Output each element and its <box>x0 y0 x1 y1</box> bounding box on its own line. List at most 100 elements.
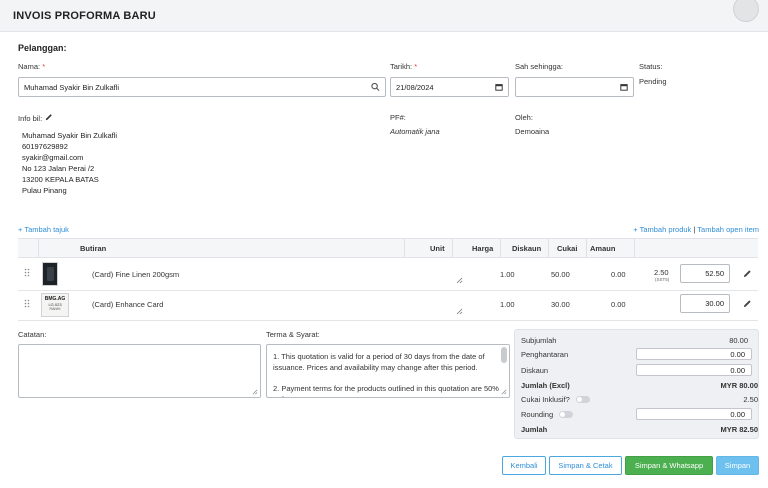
valid-until-input[interactable] <box>515 77 634 97</box>
drag-handle-icon[interactable] <box>24 268 30 279</box>
product-thumbnail <box>42 262 58 286</box>
column-divider <box>548 238 549 258</box>
col-header-tax: Cukai <box>557 244 578 253</box>
tax-inclusive-toggle[interactable] <box>576 396 590 403</box>
item-tax-code: (SST5) <box>655 277 670 282</box>
items-table-header <box>18 238 758 258</box>
tax-inclusive-label: Cukai Inklusif? <box>521 395 570 404</box>
customer-section-title: Pelanggan: <box>18 43 67 53</box>
billing-info-label: Info bil: <box>18 113 53 123</box>
name-label-text: Nama: <box>18 62 41 71</box>
pf-label: PF#: <box>390 113 406 122</box>
terms-paragraph: 1. This quotation is valid for a period … <box>273 352 485 372</box>
delivery-input[interactable]: 0.00 <box>636 348 752 360</box>
column-divider <box>38 238 39 258</box>
delivery-label: Penghantaran <box>521 350 569 359</box>
resize-handle-icon[interactable] <box>456 277 463 286</box>
name-label: Nama: * <box>18 62 45 71</box>
pf-value: Automatik jana <box>390 127 440 136</box>
resize-handle-icon[interactable] <box>501 389 507 395</box>
billing-line: No 123 Jalan Perai /2 <box>22 164 95 173</box>
terms-text: 1. This quotation is valid for a period … <box>273 351 499 397</box>
date-value: 21/08/2024 <box>396 82 434 92</box>
product-thumbnail: BMG.AG LG.023 RANHI <box>41 293 69 317</box>
terms-paragraph: 2. Payment terms for the products outlin… <box>273 384 499 397</box>
add-product-link[interactable]: + Tambah produk <box>633 225 691 234</box>
terms-label: Terma & Syarat: <box>266 330 320 339</box>
item-tax: 2.50 <box>654 268 669 277</box>
column-divider <box>452 238 453 258</box>
summary-discount-label: Diskaun <box>521 366 549 375</box>
search-icon[interactable] <box>371 82 380 92</box>
date-label-text: Tarikh: <box>390 62 413 71</box>
item-amount-input[interactable]: 52.50 <box>680 264 730 283</box>
tax-inclusive-value: 2.50 <box>743 395 758 404</box>
subtotal-label: Subjumlah <box>521 336 557 345</box>
calendar-icon[interactable] <box>620 83 628 91</box>
column-divider <box>500 238 501 258</box>
save-print-button[interactable]: Simpan & Cetak <box>549 456 622 475</box>
row-divider <box>18 290 758 291</box>
by-value: Demoaina <box>515 127 550 136</box>
link-separator: | <box>693 225 696 234</box>
add-heading-link[interactable]: + Tambah tajuk <box>18 225 69 234</box>
customer-name-input[interactable]: Muhamad Syakir Bin Zulkafli <box>18 77 386 97</box>
total-excl-label: Jumlah (Excl) <box>521 381 570 390</box>
date-input[interactable]: 21/08/2024 <box>390 77 509 97</box>
item-amount-input[interactable]: 30.00 <box>680 294 730 313</box>
billing-line: syakir@gmail.com <box>22 153 84 162</box>
item-price[interactable]: 30.00 <box>551 300 570 309</box>
item-price[interactable]: 50.00 <box>551 270 570 279</box>
col-header-item: Butiran <box>80 244 107 253</box>
drag-handle-icon[interactable] <box>24 299 30 310</box>
thumbnail-text: RANHI <box>49 307 61 311</box>
rounding-label: Rounding <box>521 410 554 419</box>
billing-line: 13200 KEPALA BATAS <box>22 175 99 184</box>
scrollbar-thumb[interactable] <box>501 347 507 363</box>
item-name: (Card) Fine Linen 200gsm <box>92 270 180 279</box>
billing-line: 60197629892 <box>22 142 68 151</box>
column-divider <box>634 238 635 258</box>
customer-name-value: Muhamad Syakir Bin Zulkafli <box>24 82 120 92</box>
resize-handle-icon[interactable] <box>456 308 463 317</box>
item-discount[interactable]: 0.00 <box>611 300 626 309</box>
item-unit[interactable]: 1.00 <box>500 300 515 309</box>
summary-discount-input[interactable]: 0.00 <box>636 364 752 376</box>
pencil-icon[interactable] <box>45 113 53 123</box>
save-button[interactable]: Simpan <box>716 456 759 475</box>
item-name: (Card) Enhance Card <box>92 300 164 309</box>
column-divider <box>586 238 587 258</box>
status-label: Status: <box>639 62 663 71</box>
add-links-group: + Tambah produk | Tambah open item <box>633 225 759 234</box>
item-discount[interactable]: 0.00 <box>611 270 626 279</box>
by-label: Oleh: <box>515 113 533 122</box>
notes-textarea[interactable] <box>18 344 261 398</box>
billing-line: Muhamad Syakir Bin Zulkafli <box>22 131 118 140</box>
back-button[interactable]: Kembali <box>502 456 546 475</box>
save-whatsapp-button[interactable]: Simpan & Whatsapp <box>625 456 713 475</box>
rounding-input[interactable]: 0.00 <box>636 408 752 420</box>
row-divider <box>18 320 758 321</box>
resize-handle-icon[interactable] <box>252 389 258 395</box>
status-value: Pending <box>639 77 667 86</box>
edit-icon[interactable] <box>743 269 752 280</box>
total-excl-value: MYR 80.00 <box>720 381 758 390</box>
subtotal-value: 80.00 <box>729 336 748 345</box>
page-title: INVOIS PROFORMA BARU <box>13 10 156 22</box>
edit-icon[interactable] <box>743 299 752 310</box>
date-label: Tarikh: * <box>390 62 417 71</box>
add-open-item-link[interactable]: Tambah open item <box>697 225 759 234</box>
billing-info-label-text: Info bil: <box>18 113 43 123</box>
terms-textarea[interactable]: 1. This quotation is valid for a period … <box>266 344 510 398</box>
rounding-toggle[interactable] <box>559 411 573 418</box>
item-unit[interactable]: 1.00 <box>500 270 515 279</box>
col-header-amount: Amaun <box>590 244 616 253</box>
calendar-icon[interactable] <box>495 83 503 91</box>
col-header-unit: Unit <box>430 244 445 253</box>
notes-label: Catatan: <box>18 330 47 339</box>
item-amount-value: 30.00 <box>705 299 724 308</box>
total-label: Jumlah <box>521 425 548 434</box>
item-amount-value: 52.50 <box>705 269 724 278</box>
column-divider <box>404 238 405 258</box>
col-header-discount: Diskaun <box>512 244 542 253</box>
